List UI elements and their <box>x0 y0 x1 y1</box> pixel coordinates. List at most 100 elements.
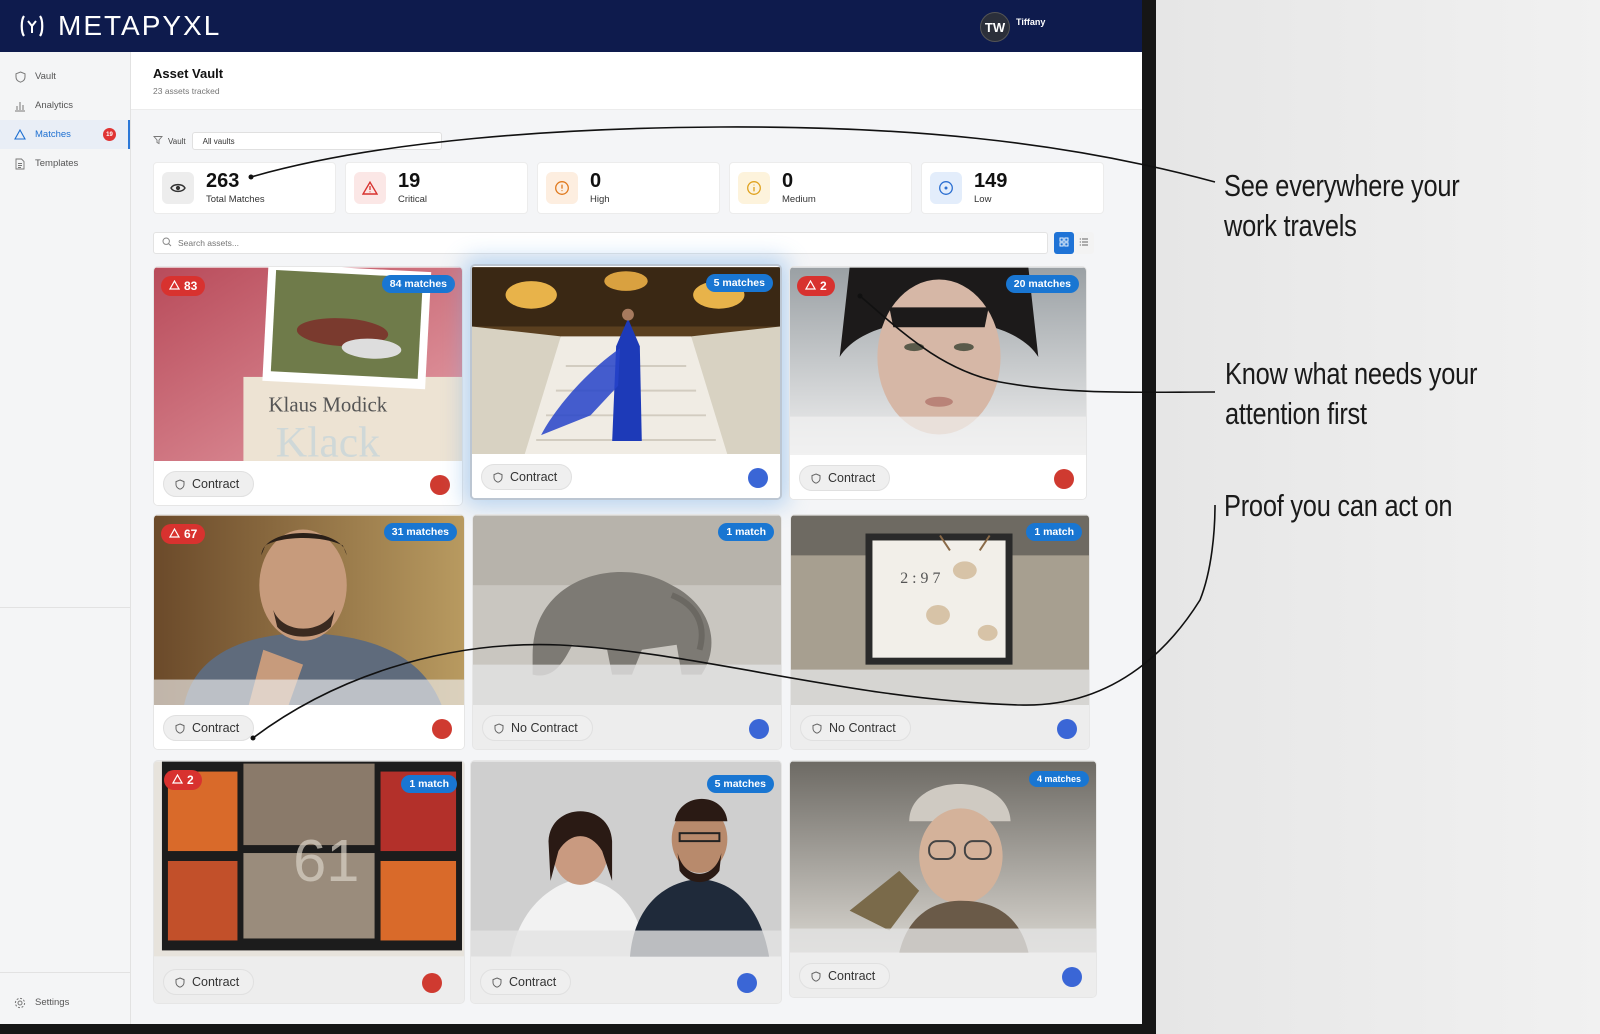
contract-button[interactable]: No Contract <box>800 715 911 741</box>
eye-icon <box>162 172 194 204</box>
annotation-line: See everywhere your <box>1224 168 1460 203</box>
sidebar-item-templates[interactable]: Templates <box>0 149 130 178</box>
vault-filter: Vault All vaults <box>153 132 442 150</box>
status-dot <box>432 719 452 739</box>
asset-card[interactable]: Klaus Modick Klack 83 84 matches Contrac… <box>153 266 463 506</box>
document-icon <box>14 158 26 170</box>
asset-thumbnail <box>472 267 780 459</box>
status-dot <box>737 973 757 993</box>
shield-icon <box>14 70 26 83</box>
contract-button[interactable]: Contract <box>163 471 255 497</box>
alert-triangle-icon <box>168 279 181 293</box>
asset-thumbnail <box>790 761 1096 953</box>
svg-text:Klack: Klack <box>276 418 380 463</box>
page-title: Asset Vault <box>153 66 224 81</box>
contract-button[interactable]: No Contract <box>482 715 593 741</box>
sidebar-item-analytics[interactable]: Analytics <box>0 91 130 120</box>
asset-card[interactable]: 1 match No Contract <box>472 514 782 750</box>
stat-label: Medium <box>782 194 816 205</box>
critical-alert-badge: 2 <box>164 770 202 790</box>
shield-icon <box>812 723 822 737</box>
user-menu[interactable]: TW Tiffany <box>980 12 1045 42</box>
contract-label: Contract <box>828 471 876 485</box>
matches-badge: 31 matches <box>383 523 457 541</box>
list-icon <box>1079 234 1089 252</box>
sidebar-item-label: Settings <box>35 997 70 1008</box>
avatar: TW <box>980 12 1010 42</box>
status-dot <box>1062 967 1082 987</box>
asset-card[interactable]: 5 matches Contract <box>470 264 782 500</box>
card-footer: Contract <box>154 461 462 505</box>
grid-view-button[interactable] <box>1054 232 1074 254</box>
brand-logo[interactable]: METAPYXL <box>18 10 221 42</box>
contract-label: Contract <box>192 721 240 735</box>
shield-icon <box>494 723 504 737</box>
asset-card[interactable]: 5 matches Contract <box>470 760 782 1004</box>
asset-card[interactable]: 2 : 9 7 1 match No Contract <box>790 514 1090 750</box>
card-footer: Contract <box>790 455 1086 499</box>
search-input[interactable] <box>178 238 678 248</box>
alert-count: 2 <box>187 773 194 787</box>
contract-button[interactable]: Contract <box>799 465 891 491</box>
stat-low: 149 Low <box>921 162 1104 214</box>
stat-label: Total Matches <box>206 194 265 205</box>
alert-circle-icon <box>546 172 578 204</box>
shield-icon <box>492 977 502 991</box>
contract-button[interactable]: Contract <box>163 715 255 741</box>
status-dot <box>1054 469 1074 489</box>
annotation-line: work travels <box>1224 208 1357 243</box>
card-footer: Contract <box>790 953 1096 997</box>
status-dot <box>749 719 769 739</box>
asset-card[interactable]: 2 20 matches Contract <box>789 266 1087 500</box>
vault-select[interactable]: All vaults <box>191 132 442 150</box>
matches-badge: 1 match <box>718 523 774 541</box>
sidebar-divider <box>0 972 131 973</box>
contract-button[interactable]: Contract <box>480 969 572 995</box>
contract-button[interactable]: Contract <box>163 969 255 995</box>
stat-label: Critical <box>398 194 428 205</box>
list-view-button[interactable] <box>1074 232 1094 254</box>
sidebar-item-matches[interactable]: Matches 19 <box>0 120 130 149</box>
stat-total-matches: 263 Total Matches <box>153 162 336 214</box>
asset-card[interactable]: 4 matches Contract <box>789 760 1097 998</box>
top-bar: METAPYXL TW Tiffany <box>0 0 1142 52</box>
target-icon <box>930 172 962 204</box>
svg-text:2 : 9 7: 2 : 9 7 <box>900 570 940 587</box>
stat-critical: 19 Critical <box>345 162 528 214</box>
contract-label: No Contract <box>829 721 896 735</box>
matches-badge: 5 matches <box>705 274 773 292</box>
critical-alert-badge: 83 <box>161 276 206 296</box>
matches-badge: 1 match <box>1026 523 1082 541</box>
critical-alert-badge: 67 <box>161 524 206 544</box>
contract-button[interactable]: Contract <box>799 963 891 989</box>
matches-badge: 5 matches <box>706 775 774 793</box>
asset-thumbnail: Klaus Modick Klack <box>154 267 462 463</box>
sidebar-item-settings[interactable]: Settings <box>0 988 69 1017</box>
alert-count: 67 <box>184 527 198 541</box>
stats-row: 263 Total Matches 19 Critical 0 High 0 Mediu… <box>153 162 1104 214</box>
annotation-travels: See everywhere your work travels <box>1224 166 1460 246</box>
card-footer: Contract <box>154 959 464 1003</box>
svg-text:61: 61 <box>293 827 359 894</box>
asset-thumbnail: 2 : 9 7 <box>791 515 1089 707</box>
sidebar-item-label: Vault <box>35 71 56 82</box>
contract-label: Contract <box>828 969 876 983</box>
bar-chart-icon <box>14 100 26 112</box>
asset-card[interactable]: 67 31 matches Contract <box>153 514 465 750</box>
stat-value: 149 <box>974 170 1008 192</box>
shield-icon <box>175 977 185 991</box>
contract-button[interactable]: Contract <box>481 464 573 490</box>
user-name: Tiffany <box>1016 17 1046 27</box>
sidebar-item-label: Analytics <box>35 100 74 111</box>
shield-icon <box>811 971 821 985</box>
alert-count: 2 <box>820 279 827 293</box>
asset-card[interactable]: 61 2 1 match Contract <box>153 760 465 1004</box>
annotation-line: attention first <box>1225 396 1367 431</box>
alert-triangle-icon <box>804 279 817 293</box>
stat-medium: 0 Medium <box>729 162 912 214</box>
page-header: Asset Vault 23 assets tracked <box>131 52 1142 110</box>
contract-label: Contract <box>510 470 558 484</box>
card-footer: Contract <box>154 705 464 749</box>
info-circle-icon <box>738 172 770 204</box>
sidebar-item-vault[interactable]: Vault <box>0 62 130 91</box>
